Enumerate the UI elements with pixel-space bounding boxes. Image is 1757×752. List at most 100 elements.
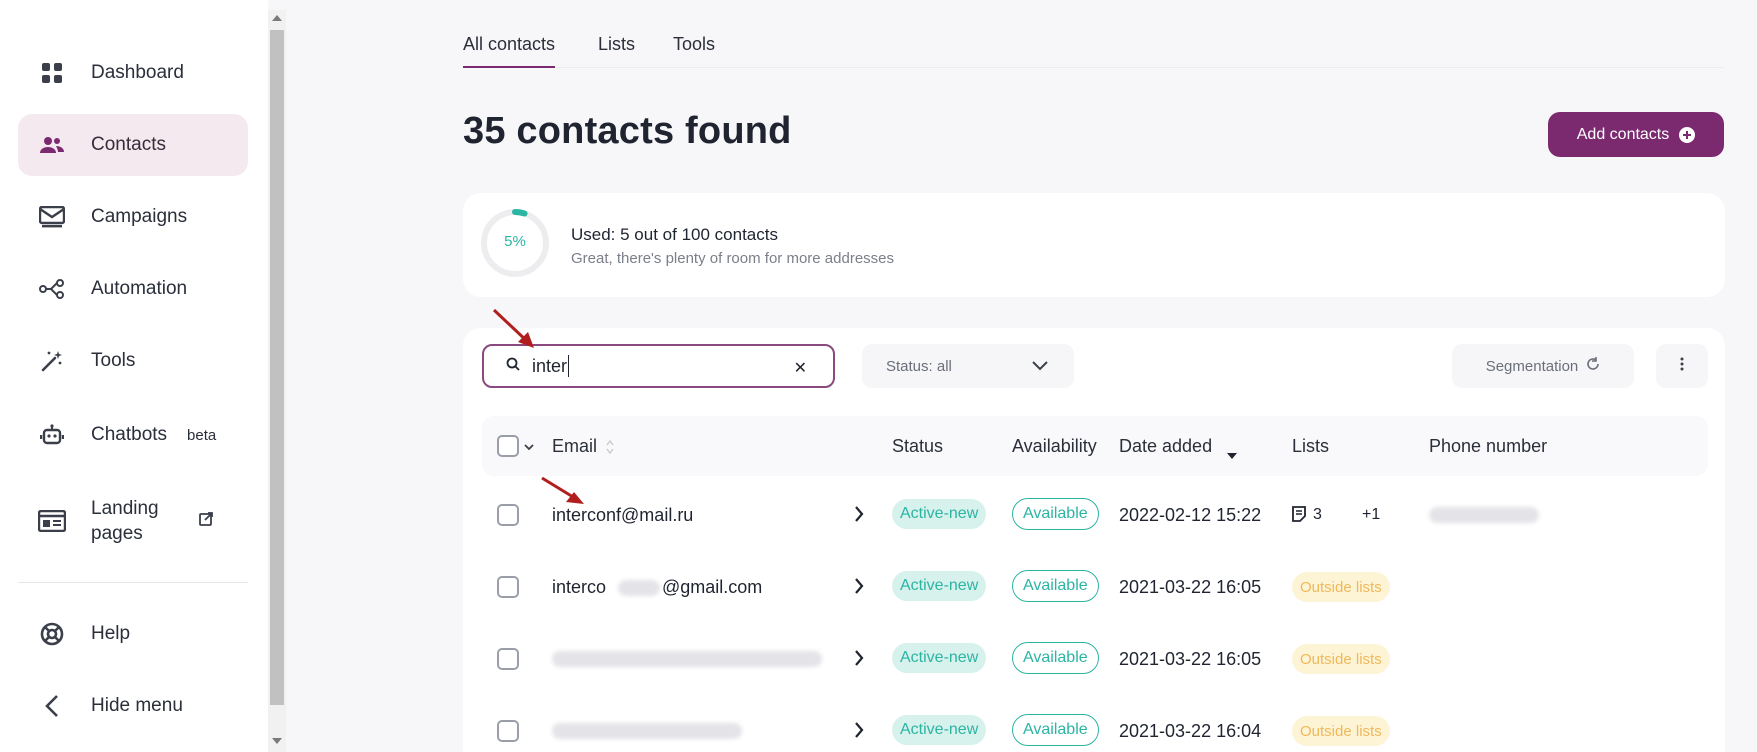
magic-wand-icon [38,347,66,375]
status-badge: Active-new [892,715,987,745]
outside-lists-badge: Outside lists [1292,644,1390,674]
sidebar-divider [18,582,248,583]
column-lists[interactable]: Lists [1292,436,1329,457]
list-doc-icon [1292,506,1306,527]
row-email-prefix[interactable]: interco [552,577,606,598]
chevron-right-icon[interactable] [854,650,864,671]
clear-search-icon[interactable]: ✕ [794,358,807,378]
beta-badge: beta [187,426,217,444]
column-date-added[interactable]: Date added [1119,436,1212,457]
status-badge: Active-new [892,571,987,601]
row-email-suffix[interactable]: @gmail.com [662,577,762,598]
contacts-tabs: All contacts Lists Tools [463,28,1723,68]
more-options-button[interactable] [1656,344,1708,388]
sidebar-item-label: Automation [91,278,188,299]
row-checkbox[interactable] [497,504,519,526]
status-badge: Active-new [892,643,987,673]
sidebar-scrollbar[interactable] [268,10,286,752]
dashboard-grid-icon [38,59,66,87]
table-row[interactable]: interconf@mail.ru Active-new Available 2… [482,479,1708,551]
table-row[interactable]: Active-new Available 2021-03-22 16:04 Ou… [482,695,1708,752]
annotation-arrow-icon [541,476,584,504]
sidebar-item-chatbots[interactable]: Chatbots beta [18,404,248,466]
scroll-down-arrow-icon[interactable] [272,738,282,744]
row-date-added: 2021-03-22 16:05 [1119,577,1262,597]
column-phone-number[interactable]: Phone number [1429,436,1547,457]
chevron-left-icon [38,692,66,720]
column-email[interactable]: Email [552,436,597,457]
lists-extra[interactable]: +1 [1362,506,1380,524]
sidebar-item-label: Chatbots [91,424,168,445]
plus-circle-icon [1679,126,1696,143]
tab-tools[interactable]: Tools [673,34,715,55]
add-contacts-button[interactable]: Add contacts [1548,112,1724,157]
segmentation-button[interactable]: Segmentation [1452,344,1634,388]
email-redacted[interactable] [552,723,742,739]
scroll-up-arrow-icon[interactable] [272,15,282,21]
search-icon [506,357,520,376]
sidebar-item-help[interactable]: Help [18,603,248,665]
sidebar-item-label: Help [91,623,131,644]
availability-badge: Available [1012,498,1099,530]
segmentation-label: Segmentation [1485,357,1579,375]
robot-icon [38,421,66,449]
text-caret [568,355,570,377]
availability-badge: Available [1012,570,1099,602]
status-filter-select[interactable]: Status: all [862,344,1074,388]
sidebar-item-label: Dashboard [91,62,184,83]
chevron-right-icon[interactable] [854,506,864,527]
annotation-arrow-icon [492,308,534,348]
lists-count[interactable]: 3 [1313,506,1322,524]
sidebar: Dashboard Contacts Campaigns Automation … [0,0,268,752]
row-date-added: 2021-03-22 16:05 [1119,649,1262,669]
campaigns-envelope-icon [38,203,66,231]
chevron-right-icon[interactable] [854,578,864,599]
column-status[interactable]: Status [892,436,943,457]
sidebar-item-campaigns[interactable]: Campaigns [18,186,248,248]
availability-badge: Available [1012,714,1099,746]
outside-lists-badge: Outside lists [1292,716,1390,746]
sidebar-item-landing-pages[interactable]: Landing pages [18,490,248,552]
row-checkbox[interactable] [497,648,519,670]
availability-badge: Available [1012,642,1099,674]
table-header: Email Status Availability Date added Lis… [482,416,1708,476]
sidebar-item-label: Tools [91,350,136,371]
hide-menu-button[interactable]: Hide menu [18,675,248,737]
row-date-added: 2022-02-12 15:22 [1119,505,1262,525]
usage-percent: 5% [504,233,526,250]
contacts-icon [38,131,66,159]
automation-flow-icon [38,275,66,303]
row-checkbox[interactable] [497,720,519,742]
table-row[interactable]: interco @gmail.com Active-new Available … [482,551,1708,623]
add-contacts-label: Add contacts [1576,125,1670,143]
chevron-right-icon[interactable] [854,722,864,743]
sidebar-item-dashboard[interactable]: Dashboard [18,42,248,104]
select-dropdown-chevron-icon[interactable] [524,438,534,456]
column-availability[interactable]: Availability [1012,436,1097,457]
help-lifebuoy-icon [38,620,66,648]
sort-descending-icon[interactable] [1227,446,1237,464]
tab-all-contacts[interactable]: All contacts [463,34,556,68]
sidebar-item-contacts[interactable]: Contacts [18,114,248,176]
phone-number-redacted [1429,507,1539,523]
table-row[interactable]: Active-new Available 2021-03-22 16:05 Ou… [482,623,1708,695]
vertical-dots-icon [1680,357,1684,376]
sort-icon[interactable] [606,439,614,459]
tab-lists[interactable]: Lists [598,34,635,55]
row-date-added: 2021-03-22 16:04 [1119,721,1262,741]
status-filter-label: Status: all [886,357,952,375]
sidebar-item-tools[interactable]: Tools [18,330,248,392]
scrollbar-thumb[interactable] [270,30,284,705]
sidebar-item-label: Campaigns [91,206,188,227]
usage-title: Used: 5 out of 100 contacts [571,225,778,244]
page-title: 35 contacts found [463,110,792,152]
sidebar-item-automation[interactable]: Automation [18,258,248,320]
sidebar-item-label: Contacts [91,134,166,155]
external-link-icon [198,511,213,531]
search-value: inter [532,355,568,376]
row-checkbox[interactable] [497,576,519,598]
sidebar-item-label: Landing pages [91,498,159,544]
email-redacted[interactable] [552,651,822,667]
usage-subtitle: Great, there's plenty of room for more a… [571,250,895,267]
select-all-checkbox[interactable] [497,435,519,457]
